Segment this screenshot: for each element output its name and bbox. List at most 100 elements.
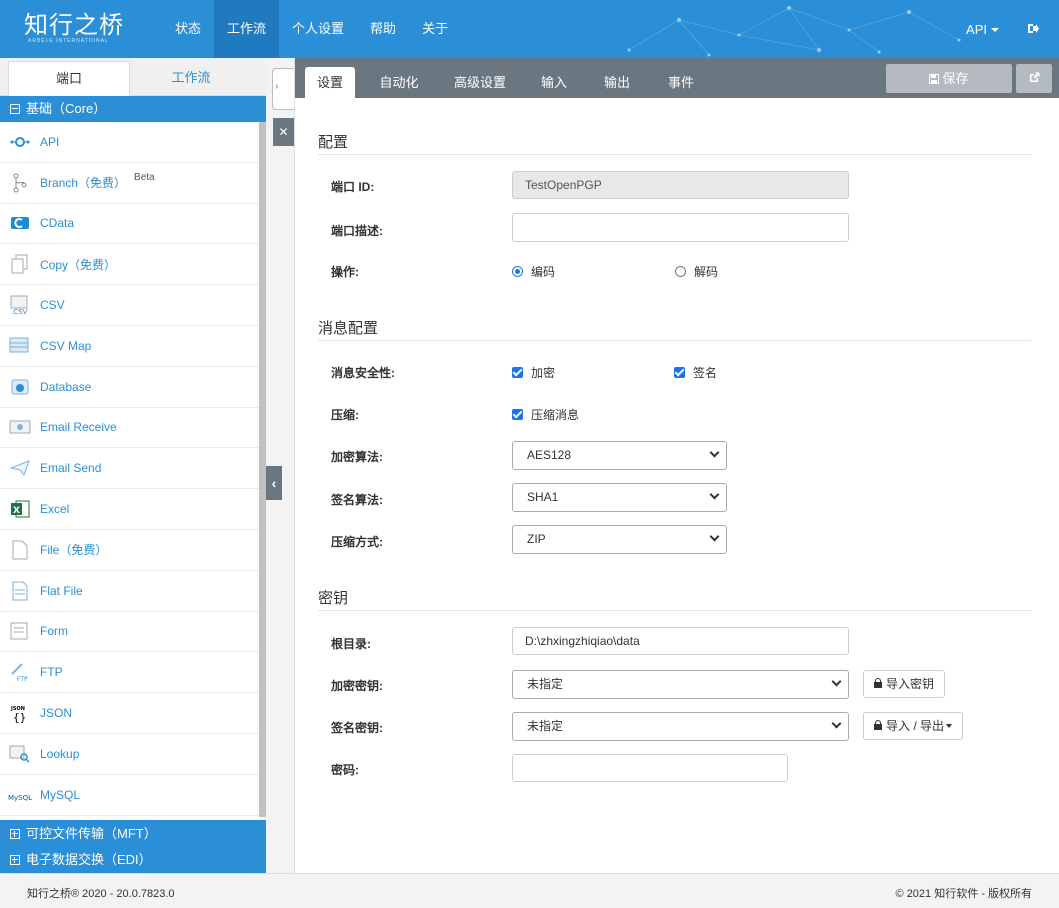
connector-label: Lookup bbox=[40, 746, 80, 761]
group-mft-header[interactable]: 可控文件传输（MFT） bbox=[0, 820, 266, 847]
sign-key-label: 签名密钥: bbox=[331, 721, 383, 735]
open-port-tab[interactable]: › bbox=[272, 68, 294, 110]
connector-label: API bbox=[40, 134, 60, 149]
connector-item[interactable]: Lookup bbox=[0, 734, 266, 775]
collapsed-groups: 可控文件传输（MFT） 电子数据交换（EDI） bbox=[0, 820, 266, 873]
import-key-button[interactable]: 导入密钥 bbox=[863, 670, 946, 698]
connector-panel: 端口 工作流 基础（Core） API Branch（免费） Beta CData Co… bbox=[0, 58, 266, 873]
checkbox-checked[interactable] bbox=[512, 367, 523, 378]
chevron-down-icon bbox=[831, 718, 842, 729]
connector-item[interactable]: X Excel bbox=[0, 489, 266, 530]
sign-option[interactable]: 签名 bbox=[674, 364, 717, 381]
connector-item[interactable]: JSON{} JSON bbox=[0, 693, 266, 734]
open-external-button[interactable] bbox=[1016, 64, 1052, 93]
sign-algo-select[interactable]: SHA1 bbox=[512, 483, 727, 512]
scrollbar-thumb[interactable] bbox=[259, 122, 266, 817]
save-button[interactable]: 保存 bbox=[886, 64, 1012, 93]
logout-button[interactable] bbox=[1027, 22, 1039, 37]
connector-label: Excel bbox=[40, 502, 70, 517]
main-nav: 状态 工作流 个人设置 帮助 关于 bbox=[162, 0, 461, 58]
lock-icon bbox=[874, 720, 882, 730]
connector-item[interactable]: Form bbox=[0, 612, 266, 653]
connector-item[interactable]: FTP FTP bbox=[0, 652, 266, 694]
radio-selected[interactable] bbox=[512, 266, 523, 277]
close-tab-button[interactable]: ✕ bbox=[273, 118, 294, 146]
nav-status[interactable]: 状态 bbox=[162, 0, 214, 58]
connector-item[interactable]: Database bbox=[0, 367, 266, 408]
logo-text: 知行之桥 bbox=[24, 11, 124, 39]
connector-label: Email Receive bbox=[40, 420, 117, 435]
connector-label: Copy（免费） bbox=[40, 257, 117, 272]
connector-label: CSV bbox=[40, 298, 65, 313]
checkbox-checked[interactable] bbox=[674, 367, 685, 378]
port-id-field[interactable]: TestOpenPGP bbox=[512, 171, 849, 199]
tab-output[interactable]: 输出 bbox=[593, 67, 641, 98]
svg-text:FTP: FTP bbox=[17, 676, 28, 682]
port-desc-field[interactable] bbox=[512, 213, 849, 242]
connector-label: CData bbox=[40, 216, 75, 231]
api-dropdown[interactable]: API bbox=[966, 22, 999, 37]
import-export-button[interactable]: 导入 / 导出 bbox=[863, 712, 964, 740]
api-label: API bbox=[966, 21, 987, 37]
nav-workflow[interactable]: 工作流 bbox=[214, 0, 280, 58]
nav-help[interactable]: 帮助 bbox=[357, 0, 409, 58]
chevron-down-icon bbox=[709, 489, 720, 500]
section-config-title: 配置 bbox=[318, 134, 349, 151]
tab-ports[interactable]: 端口 bbox=[8, 61, 130, 96]
nav-personal-settings[interactable]: 个人设置 bbox=[279, 0, 357, 58]
op-decode-option[interactable]: 解码 bbox=[675, 263, 718, 280]
connector-item[interactable]: MySQL MySQL bbox=[0, 775, 266, 816]
settings-tabs: 设置 自动化 高级设置 输入 输出 事件 保存 bbox=[295, 58, 1059, 98]
enc-key-select[interactable]: 未指定 bbox=[512, 670, 849, 699]
file-icon bbox=[8, 539, 32, 561]
checkbox-checked[interactable] bbox=[512, 409, 523, 420]
connector-item[interactable]: Email Receive bbox=[0, 408, 266, 449]
section-keys-title: 密钥 bbox=[318, 590, 349, 607]
top-right-controls: API bbox=[966, 0, 1039, 58]
tab-workflows[interactable]: 工作流 bbox=[130, 61, 252, 96]
tab-events[interactable]: 事件 bbox=[657, 67, 705, 98]
api-icon bbox=[8, 131, 32, 153]
radio-unselected[interactable] bbox=[675, 266, 686, 277]
connector-item[interactable]: API bbox=[0, 122, 266, 163]
excel-icon: X bbox=[8, 498, 32, 520]
connector-item[interactable]: CData bbox=[0, 204, 266, 245]
nav-about[interactable]: 关于 bbox=[409, 0, 461, 58]
group-edi-header[interactable]: 电子数据交换（EDI） bbox=[0, 847, 266, 873]
connector-item[interactable]: .CSV CSV bbox=[0, 285, 266, 326]
connector-item[interactable]: Flat File bbox=[0, 571, 266, 612]
op-encode-option[interactable]: 编码 bbox=[512, 263, 555, 280]
logo[interactable]: 知行之桥 ARBELE INTERNATIONAL bbox=[24, 12, 124, 48]
tab-automation[interactable]: 自动化 bbox=[367, 67, 431, 98]
tab-settings[interactable]: 设置 bbox=[305, 67, 355, 98]
password-field[interactable] bbox=[512, 754, 788, 782]
branch-icon bbox=[8, 172, 32, 194]
enc-algo-select[interactable]: AES128 bbox=[512, 441, 727, 470]
left-scrollbar[interactable] bbox=[259, 122, 266, 817]
enc-key-label: 加密密钥: bbox=[331, 679, 383, 693]
group-core-header[interactable]: 基础（Core） bbox=[0, 96, 266, 122]
compress-msg-option[interactable]: 压缩消息 bbox=[512, 406, 579, 423]
connector-item[interactable]: Copy（免费） bbox=[0, 244, 266, 286]
tab-input[interactable]: 输入 bbox=[530, 67, 578, 98]
root-dir-field[interactable]: D:\zhxingzhiqiao\data bbox=[512, 627, 849, 655]
caret-down-icon bbox=[946, 724, 953, 728]
connector-item[interactable]: Branch（免费） Beta bbox=[0, 163, 266, 204]
compress-method-select[interactable]: ZIP bbox=[512, 525, 727, 554]
divider bbox=[318, 154, 1031, 155]
collapse-panel-button[interactable]: ‹ bbox=[266, 466, 282, 500]
compress-method-label: 压缩方式: bbox=[331, 535, 383, 549]
expand-icon bbox=[10, 855, 20, 865]
flat-file-icon bbox=[8, 580, 32, 602]
connector-item[interactable]: File（免费） bbox=[0, 530, 266, 571]
enc-key-value: 未指定 bbox=[527, 677, 564, 691]
cdata-icon bbox=[8, 212, 32, 234]
enc-algo-label: 加密算法: bbox=[331, 450, 383, 464]
caret-down-icon bbox=[991, 28, 999, 33]
connector-label: Email Send bbox=[40, 461, 102, 476]
connector-item[interactable]: Email Send bbox=[0, 448, 266, 490]
sign-key-select[interactable]: 未指定 bbox=[512, 712, 849, 741]
connector-item[interactable]: CSV Map bbox=[0, 326, 266, 367]
encrypt-option[interactable]: 加密 bbox=[512, 364, 555, 381]
tab-advanced[interactable]: 高级设置 bbox=[445, 67, 515, 98]
